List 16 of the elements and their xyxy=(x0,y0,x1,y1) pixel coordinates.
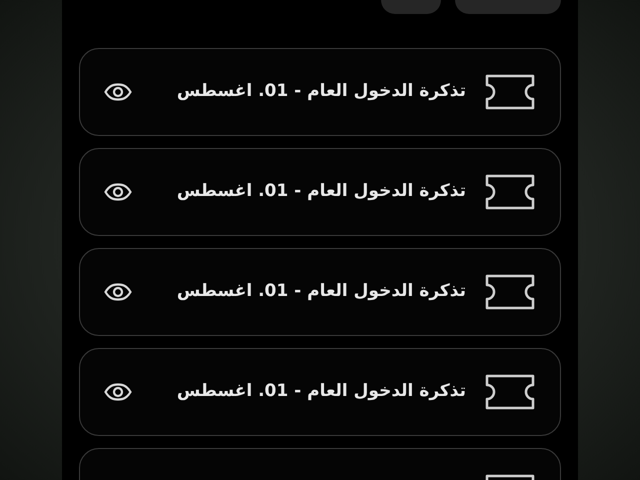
ticket-card[interactable]: تذكرة الدخول العام - 01. اغسطس xyxy=(79,248,561,336)
ticket-title: تذكرة الدخول العام - 01. اغسطس xyxy=(176,380,466,404)
ticket-title: تذكرة الدخول العام - 01. اغسطس xyxy=(176,80,466,104)
ticket-icon xyxy=(484,74,536,110)
eye-icon[interactable] xyxy=(104,383,132,401)
eye-icon[interactable] xyxy=(104,283,132,301)
ticket-title: تذكرة الدخول العام - 01. اغسطس xyxy=(176,180,466,204)
ticket-icon xyxy=(484,374,536,410)
ticket-icon xyxy=(484,274,536,310)
ticket-icon xyxy=(484,174,536,210)
ticket-title: تذكرة الدخول العام - 01. اغسطس xyxy=(176,280,466,304)
ticket-card[interactable]: تذكرة الدخول العام - 01. اغسطس xyxy=(79,48,561,136)
eye-icon[interactable] xyxy=(104,183,132,201)
ticket-card[interactable]: تذكرة الدخول العام - 01. اغسطس xyxy=(79,348,561,436)
ticket-card[interactable]: تذكرة الدخول العام - 01. اغسطس xyxy=(79,148,561,236)
eye-icon[interactable] xyxy=(104,83,132,101)
